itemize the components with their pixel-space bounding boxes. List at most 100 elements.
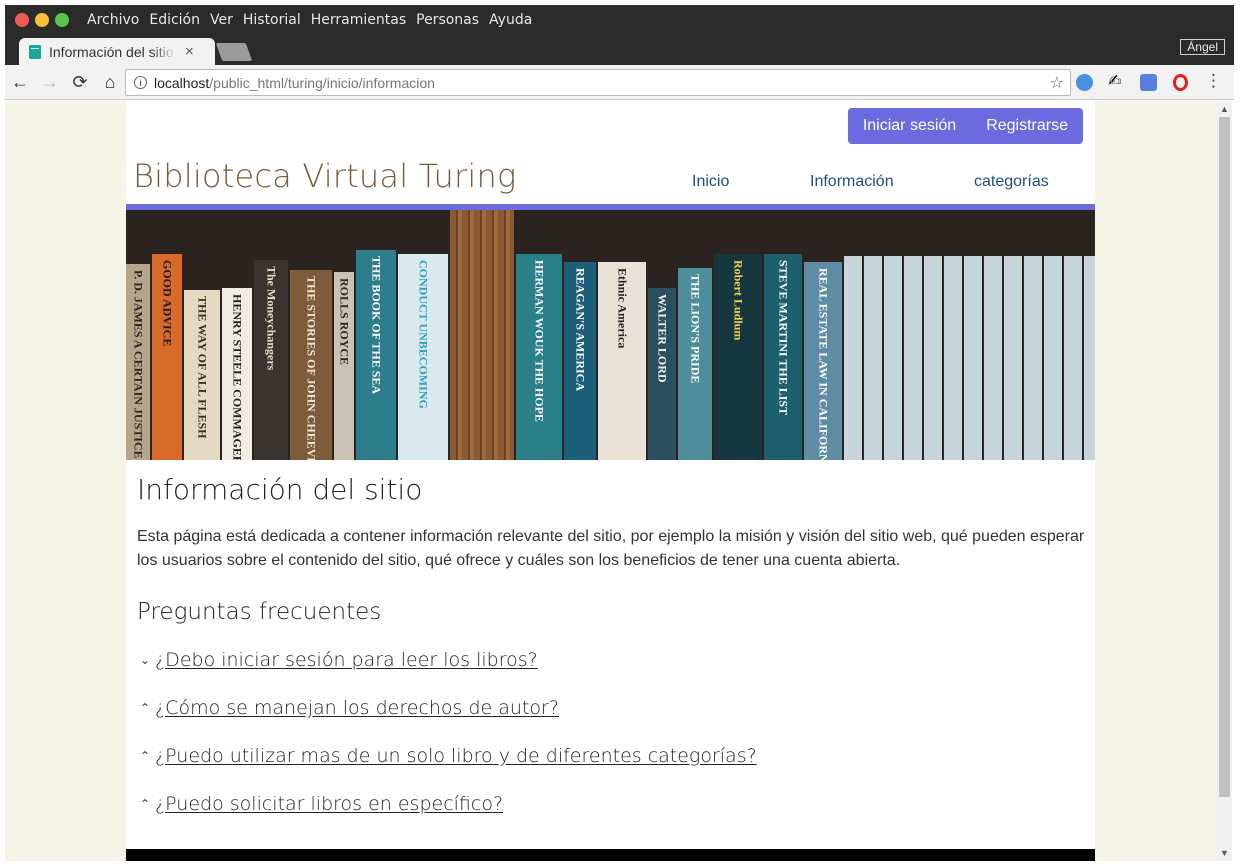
book-spine: THE BOOK OF THE SEA <box>356 250 396 460</box>
close-tab-icon[interactable]: × <box>185 43 194 60</box>
menu-ayuda[interactable]: Ayuda <box>489 12 532 28</box>
os-menu-bar: Archivo Edición Ver Historial Herramient… <box>5 5 1234 35</box>
faq-item[interactable]: ⌃ ¿Puedo utilizar mas de un solo libro y… <box>140 745 757 767</box>
book-spine <box>1024 256 1042 460</box>
extension-translate-icon[interactable] <box>1140 74 1157 91</box>
book-title: THE WAY OF ALL FLESH <box>195 296 210 439</box>
vertical-scrollbar[interactable]: ▲ ▼ <box>1217 101 1232 861</box>
book-spine <box>1004 256 1022 460</box>
book-spine <box>864 256 882 460</box>
kebab-icon[interactable]: ⋮ <box>1205 71 1222 91</box>
book-title: WALTER LORD <box>655 294 670 383</box>
faq-item[interactable]: ⌄ ¿Debo iniciar sesión para leer los lib… <box>140 649 538 671</box>
profile-button[interactable]: Ángel <box>1180 39 1225 55</box>
book-spine: STEVE MARTINI THE LIST <box>764 254 802 460</box>
book-title: REAL ESTATE LAW IN CALIFORNIA <box>816 268 831 460</box>
book-spine <box>1064 256 1082 460</box>
close-window-icon[interactable] <box>15 13 29 27</box>
book-title: P. D. JAMES A CERTAIN JUSTICE <box>131 270 146 459</box>
auth-buttons: Iniciar sesión Registrarse <box>847 108 1083 144</box>
bookshelf-banner: P. D. JAMES A CERTAIN JUSTICE GOOD ADVICE… <box>126 210 1095 460</box>
book-title: CONDUCT UNBECOMING <box>416 260 431 409</box>
extension-gnome-icon[interactable]: ✍ <box>1108 71 1121 91</box>
book-spine: GOOD ADVICE <box>152 254 182 460</box>
wooden-bookend <box>450 210 514 460</box>
scroll-up-icon[interactable]: ▲ <box>1220 104 1229 114</box>
book-spine: THE LION'S PRIDE <box>678 268 712 460</box>
faq-item[interactable]: ⌃ ¿Cómo se manejan los derechos de autor… <box>140 697 559 719</box>
extension-check-icon[interactable] <box>1076 74 1093 91</box>
home-icon[interactable]: ⌂ <box>95 72 125 93</box>
arrow-left-icon[interactable]: ← <box>5 72 35 93</box>
book-spine: THE STORIES OF JOHN CHEEVER <box>290 270 332 460</box>
book-spine: THE WAY OF ALL FLESH <box>184 290 220 460</box>
book-title: The Moneychangers <box>264 266 279 371</box>
faq-heading: Preguntas frecuentes <box>137 599 382 625</box>
book-spine: P. D. JAMES A CERTAIN JUSTICE <box>126 264 150 460</box>
menu-herramientas[interactable]: Herramientas <box>311 12 406 28</box>
book-spine <box>964 256 982 460</box>
address-bar[interactable]: i localhost/public_html/turing/inicio/in… <box>125 69 1071 96</box>
book-spine <box>884 256 902 460</box>
minimize-window-icon[interactable] <box>35 13 49 27</box>
browser-toolbar: ← → ⟳ ⌂ i localhost/public_html/turing/i… <box>5 65 1234 100</box>
new-tab-button[interactable] <box>215 43 253 61</box>
book-spine <box>844 256 862 460</box>
maximize-window-icon[interactable] <box>55 13 69 27</box>
book-spine: REAGAN'S AMERICA <box>564 262 596 460</box>
scroll-down-icon[interactable]: ▼ <box>1220 848 1229 858</box>
window-controls <box>15 13 69 27</box>
chevron-down-icon: ⌄ <box>140 653 151 667</box>
reload-icon[interactable]: ⟳ <box>65 72 95 93</box>
book-spine <box>944 256 962 460</box>
arrow-right-icon: → <box>41 71 59 92</box>
book-spine: REAL ESTATE LAW IN CALIFORNIA <box>804 262 842 460</box>
menu-archivo[interactable]: Archivo <box>87 12 139 28</box>
menu-personas[interactable]: Personas <box>416 12 479 28</box>
book-title: GOOD ADVICE <box>160 260 175 347</box>
nav-informacion[interactable]: Información <box>810 173 894 191</box>
app-menu: Archivo Edición Ver Historial Herramient… <box>87 12 532 28</box>
faq-question[interactable]: ¿Puedo solicitar libros en específico? <box>155 793 503 815</box>
book-spine <box>1084 256 1095 460</box>
book-title: THE BOOK OF THE SEA <box>369 256 384 395</box>
book-title: THE STORIES OF JOHN CHEEVER <box>304 276 319 460</box>
faq-question[interactable]: ¿Cómo se manejan los derechos de autor? <box>155 697 559 719</box>
site-page: Iniciar sesión Registrarse Biblioteca Vi… <box>126 101 1095 861</box>
register-button[interactable]: Registrarse <box>971 108 1083 144</box>
page-title: Información del sitio <box>137 473 423 506</box>
nav-categorias[interactable]: categorías <box>974 173 1049 191</box>
faq-question[interactable]: ¿Debo iniciar sesión para leer los libro… <box>155 649 538 671</box>
book-spine: The Moneychangers <box>254 260 288 460</box>
login-button[interactable]: Iniciar sesión <box>848 108 971 144</box>
info-icon[interactable]: i <box>134 76 147 89</box>
book-title: HERMAN WOUK THE HOPE <box>532 260 547 422</box>
menu-historial[interactable]: Historial <box>243 12 301 28</box>
chevron-up-icon: ⌃ <box>140 749 151 763</box>
url-text[interactable]: localhost/public_html/turing/inicio/info… <box>154 75 435 91</box>
faq-item[interactable]: ⌃ ¿Puedo solicitar libros en específico? <box>140 793 503 815</box>
site-nav: Inicio Información categorías <box>126 173 1095 195</box>
tab-strip: Información del sitio × Ángel <box>5 35 1234 65</box>
menu-edicion[interactable]: Edición <box>149 12 200 28</box>
book-spine: HERMAN WOUK THE HOPE <box>516 254 562 460</box>
tab-title: Información del sitio <box>49 43 174 60</box>
menu-ver[interactable]: Ver <box>210 12 233 28</box>
extension-opera-icon[interactable] <box>1173 74 1188 91</box>
url-path: /public_html/turing/inicio/informacion <box>209 74 435 91</box>
book-title: ROLLS ROYCE <box>337 278 352 366</box>
browser-tab[interactable]: Información del sitio × <box>19 38 215 65</box>
page-viewport: Iniciar sesión Registrarse Biblioteca Vi… <box>5 101 1217 861</box>
url-host: localhost <box>154 74 210 91</box>
scroll-thumb[interactable] <box>1219 117 1230 797</box>
faq-question[interactable]: ¿Puedo utilizar mas de un solo libro y d… <box>155 745 757 767</box>
star-icon[interactable]: ☆ <box>1050 73 1064 93</box>
book-title: STEVE MARTINI THE LIST <box>776 260 791 416</box>
book-spine: Ethnic America <box>598 262 646 460</box>
book-title: REAGAN'S AMERICA <box>573 268 588 392</box>
nav-inicio[interactable]: Inicio <box>692 173 729 191</box>
book-spine <box>904 256 922 460</box>
book-spine <box>984 256 1002 460</box>
book-spine: WALTER LORD <box>648 288 676 460</box>
footer-bar <box>126 849 1095 861</box>
